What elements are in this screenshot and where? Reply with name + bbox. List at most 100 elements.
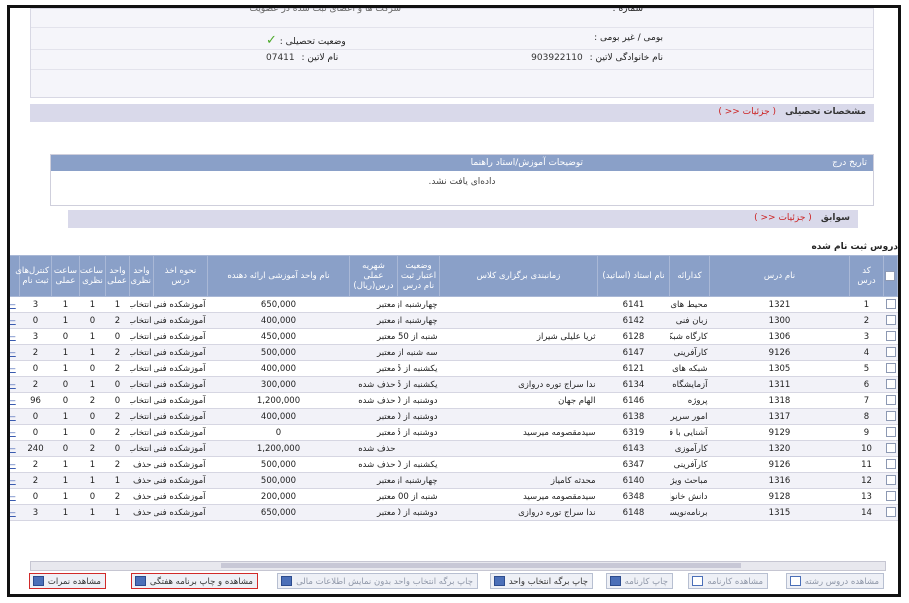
cell-h2: 96	[19, 392, 52, 409]
cell-name: کارآفرینی	[669, 344, 710, 361]
calendar-icon	[134, 576, 146, 586]
registration-control-link[interactable]: —	[10, 392, 20, 409]
row-checkbox[interactable]	[883, 296, 898, 313]
printer-icon	[609, 576, 621, 586]
row-checkbox[interactable]	[883, 392, 898, 409]
cell-time: شنبه از 09:50 تا 11:40	[397, 328, 440, 345]
cell-teacher: سیدمقصومه میرسید	[439, 424, 598, 441]
row-checkbox[interactable]	[883, 376, 898, 393]
history-col-date[interactable]: تاریخ درج	[832, 158, 867, 168]
cell-status: معتبر	[349, 504, 398, 521]
view-grades-button[interactable]: مشاهده نمرات	[28, 573, 106, 589]
weekly-schedule-button[interactable]: مشاهده و چاپ برنامه هفتگی	[130, 573, 258, 589]
col-header[interactable]: کنترل‌های ثبت نام	[15, 255, 52, 297]
row-checkbox[interactable]	[883, 440, 898, 457]
horizontal-scrollbar[interactable]	[30, 561, 886, 571]
col-header[interactable]: کد درس	[849, 255, 884, 297]
cell-fee: 0	[207, 424, 350, 441]
registration-control-link[interactable]: —	[10, 472, 20, 489]
cell-offer: 6140	[597, 472, 670, 489]
history-empty: داده‌ای یافت نشد.	[428, 177, 496, 187]
col-header[interactable]: نام درس	[709, 255, 850, 297]
cell-h1: 1	[51, 408, 80, 425]
table-row: 10 1320 کارآموزی 6143 حذف شده 1,200,000 آموزشک…	[10, 440, 898, 457]
cell-h2: 0	[19, 360, 52, 377]
row-checkbox[interactable]	[883, 424, 898, 441]
table-row: 49126کارآفرینی6147 سه شنبه از 08:00 تا 11…	[10, 344, 898, 361]
cell-unit: آموزشکده فنی و حرفه ای دختران سمنان	[153, 296, 208, 313]
cell-h2: 0	[19, 488, 52, 505]
row-checkbox[interactable]	[883, 328, 898, 345]
cell-teacher	[439, 360, 598, 377]
row-checkbox[interactable]	[883, 488, 898, 505]
registration-control-link[interactable]: —	[10, 376, 20, 393]
registration-control-link[interactable]: —	[10, 312, 20, 329]
col-header[interactable]: واحد عملی	[105, 255, 130, 297]
registration-control-link[interactable]: —	[10, 440, 20, 457]
print-transcript-button[interactable]: چاپ کارنامه	[605, 573, 673, 589]
col-header[interactable]: شهریه عملی درس(ریال)	[349, 255, 398, 297]
edu-section-title-text: مشخصات تحصیلی	[785, 107, 866, 117]
cell-v1: 0	[105, 376, 130, 393]
row-checkbox[interactable]	[883, 312, 898, 329]
row-checkbox[interactable]	[883, 408, 898, 425]
registration-control-link[interactable]: —	[10, 488, 20, 505]
cell-name: امور سرپرستی	[669, 408, 710, 425]
registration-control-link[interactable]: —	[10, 344, 20, 361]
cell-time: چهارشنبه از 09:50 تا 11:40	[397, 312, 440, 329]
edu-details-link[interactable]: ( جزئیات << )	[718, 107, 776, 117]
cell-n: 4	[849, 344, 884, 361]
registration-control-link[interactable]: —	[10, 424, 20, 441]
col-header[interactable]: ساعت عملی	[51, 255, 80, 297]
cell-teacher	[439, 408, 598, 425]
cell-offer: 6138	[597, 408, 670, 425]
cell-offer: 6148	[597, 504, 670, 521]
scrollbar-thumb[interactable]	[221, 563, 741, 568]
cell-name: کارآموزی	[669, 440, 710, 457]
cell-code: 9129	[709, 424, 850, 441]
history-col-desc: توضیحات آموزش/استاد راهنما	[470, 158, 583, 168]
registration-control-link[interactable]: —	[10, 360, 20, 377]
col-header[interactable]: ساعت نظری	[79, 255, 106, 297]
col-header[interactable]: واحد نظری	[129, 255, 154, 297]
col-header[interactable]: وضعیت اعتبار ثبت نام درس	[397, 255, 440, 297]
cell-status: حذف شده	[349, 456, 398, 473]
cell-take: حذف و اضافه	[129, 456, 154, 473]
registration-control-link[interactable]: —	[10, 296, 20, 313]
registration-control-link[interactable]: —	[10, 328, 20, 345]
view-major-courses-button[interactable]: مشاهده دروس رشته	[785, 573, 884, 589]
row-checkbox[interactable]	[883, 504, 898, 521]
cell-v1: 1	[105, 504, 130, 521]
view-transcript-button[interactable]: مشاهده کارنامه	[688, 573, 768, 589]
row-checkbox[interactable]	[883, 456, 898, 473]
cell-offer: 6147	[597, 344, 670, 361]
cell-h2: 2	[19, 376, 52, 393]
cell-teacher: سیدمقصومه میرسید	[439, 488, 598, 505]
table-body: 11321محیط های چندرسانه ای6141چهارشنبه از…	[10, 296, 898, 521]
registration-control-link[interactable]: —	[10, 504, 20, 521]
select-all-checkbox[interactable]	[883, 255, 898, 297]
cell-h2: 2	[19, 456, 52, 473]
cell-v1: 2	[105, 424, 130, 441]
cell-fee: 450,000	[207, 328, 350, 345]
col-header[interactable]: نام واحد آموزشی ارائه دهنده	[207, 255, 350, 297]
print-no-finance-button[interactable]: چاپ برگه انتخاب واحد بدون نمایش اطلاعات …	[277, 573, 478, 589]
col-header[interactable]: نام استاد (اساتید)	[597, 255, 670, 297]
cell-offer: 6348	[597, 488, 670, 505]
cell-take: انتخاب واحد	[129, 424, 154, 441]
row-checkbox[interactable]	[883, 360, 898, 377]
registration-control-link[interactable]: —	[10, 456, 20, 473]
registered-courses-title: دروس ثبت نام شده	[811, 242, 898, 252]
col-header[interactable]: کدارائه	[669, 255, 710, 297]
registration-control-link[interactable]: —	[10, 408, 20, 425]
dorm-details-link[interactable]: ( جزئیات << )	[754, 213, 812, 223]
cell-code: 1306	[709, 328, 850, 345]
print-selection-button[interactable]: چاپ برگه انتخاب واحد	[489, 573, 593, 589]
bottom-toolbar: مشاهده دروس رشته مشاهده کارنامه چاپ کارن…	[10, 573, 898, 593]
row-checkbox[interactable]	[883, 472, 898, 489]
cell-h1: 1	[51, 488, 80, 505]
row-checkbox[interactable]	[883, 344, 898, 361]
col-header[interactable]: نحوه اخذ درس	[153, 255, 208, 297]
col-header[interactable]: زمانبندی برگزاری کلاس	[439, 255, 598, 297]
cell-code: 9128	[709, 488, 850, 505]
